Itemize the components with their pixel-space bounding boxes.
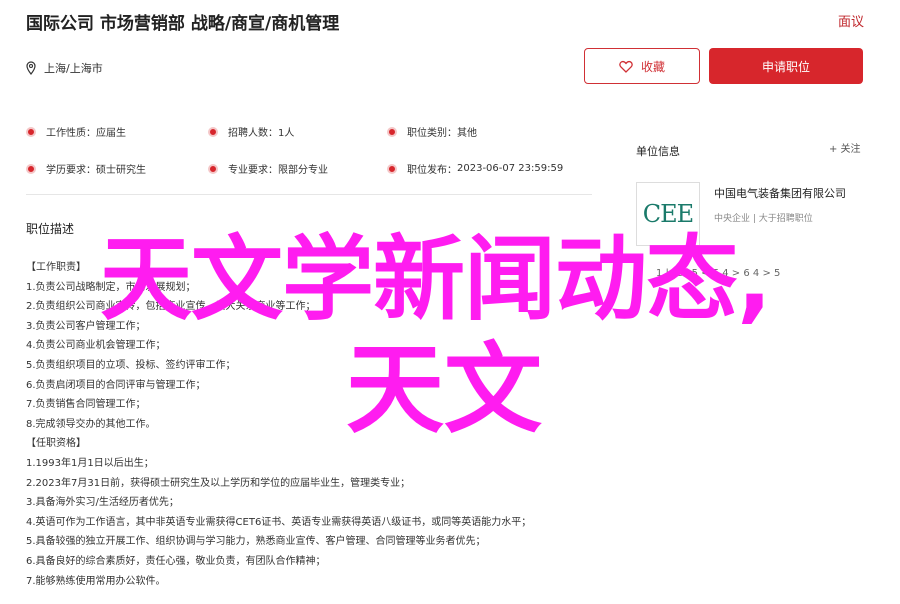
description-title: 职位描述 (26, 222, 75, 236)
info-education: 学历要求： 硕士研究生 (26, 161, 146, 176)
company-info-title: 单位信息 (636, 145, 680, 158)
company-name[interactable]: 中国电气装备集团有限公司 (714, 185, 846, 201)
description-line: 3.负责公司客户管理工作； (26, 320, 146, 332)
location: 上海/上海市 (26, 60, 103, 76)
description-line: 5.具备较强的独立开展工作、组织协调与学习能力，熟悉商业宣传、客户管理、合同管理… (26, 536, 486, 548)
description-line: 1.负责公司战略制定，市场发展规划； (26, 281, 196, 293)
bullet-dot (208, 163, 218, 174)
info-major: 专业要求： 限部分专业 (208, 161, 328, 176)
info-category: 职位类别： 其他 (387, 124, 477, 139)
bullet-dot (26, 163, 36, 174)
company-stats: 1 | 工 · 5 < 5 4 > 6 4 > 5 (656, 268, 781, 279)
description-line: 7.能够熟练使用常用办公软件。 (26, 575, 166, 587)
description-line: 3.具备海外实习/生活经历者优先； (26, 497, 179, 509)
page-title: 国际公司 市场营销部 战略/商宣/商机管理 (26, 14, 340, 34)
bullet-dot (387, 126, 397, 137)
description-line: 4.英语可作为工作语言，其中非英语专业需获得CET6证书、英语专业需获得英语八级… (26, 516, 532, 528)
info-headcount: 招聘人数： 1人 (208, 124, 294, 139)
bullet-dot (26, 126, 36, 137)
description-line: 6.具备良好的综合素质好，责任心强，敬业负责，有团队合作精神； (26, 555, 326, 567)
company-tags: 中央企业 | 大于招聘职位 (714, 214, 813, 224)
description-line: 【工作职责】 (26, 262, 86, 273)
description-line: 4.负责公司商业机会管理工作； (26, 340, 166, 352)
info-publish-time: 职位发布： 2023-06-07 23:59:59 (387, 161, 563, 176)
company-logo: CEE (636, 182, 700, 246)
description-line: 【任职资格】 (26, 438, 86, 450)
location-pin-icon (26, 61, 36, 75)
divider (26, 194, 592, 195)
description-line: 2.负责组织公司商业宣传，包括商业宣传、重大关系商业等工作； (26, 301, 316, 313)
favorite-button[interactable]: 收藏 (584, 48, 700, 84)
heart-icon (619, 60, 633, 73)
description-line: 8.完成领导交办的其他工作。 (26, 418, 156, 430)
salary-label: 面议 (837, 15, 864, 30)
location-text: 上海/上海市 (44, 62, 103, 75)
description-line: 1.1993年1月1日以后出生； (26, 457, 154, 469)
description-line: 2.2023年7月31日前，获得硕士研究生及以上学历和学位的应届毕业生，管理类专… (26, 477, 411, 489)
job-description: 【工作职责】 1.负责公司战略制定，市场发展规划； 2.负责组织公司商业宣传，包括商… (26, 258, 606, 591)
favorite-label: 收藏 (640, 59, 665, 74)
description-line: 7.负责销售合同管理工作； (26, 399, 146, 411)
follow-button[interactable]: + 关注 (829, 140, 861, 155)
description-line: 5.负责组织项目的立项、投标、签约评审工作； (26, 359, 236, 371)
info-job-type: 工作性质： 应届生 (26, 124, 126, 139)
apply-button[interactable]: 申请职位 (709, 48, 863, 84)
bullet-dot (387, 163, 397, 174)
description-line: 6.负责启闭项目的合同评审与管理工作； (26, 379, 206, 391)
bullet-dot (208, 126, 218, 137)
